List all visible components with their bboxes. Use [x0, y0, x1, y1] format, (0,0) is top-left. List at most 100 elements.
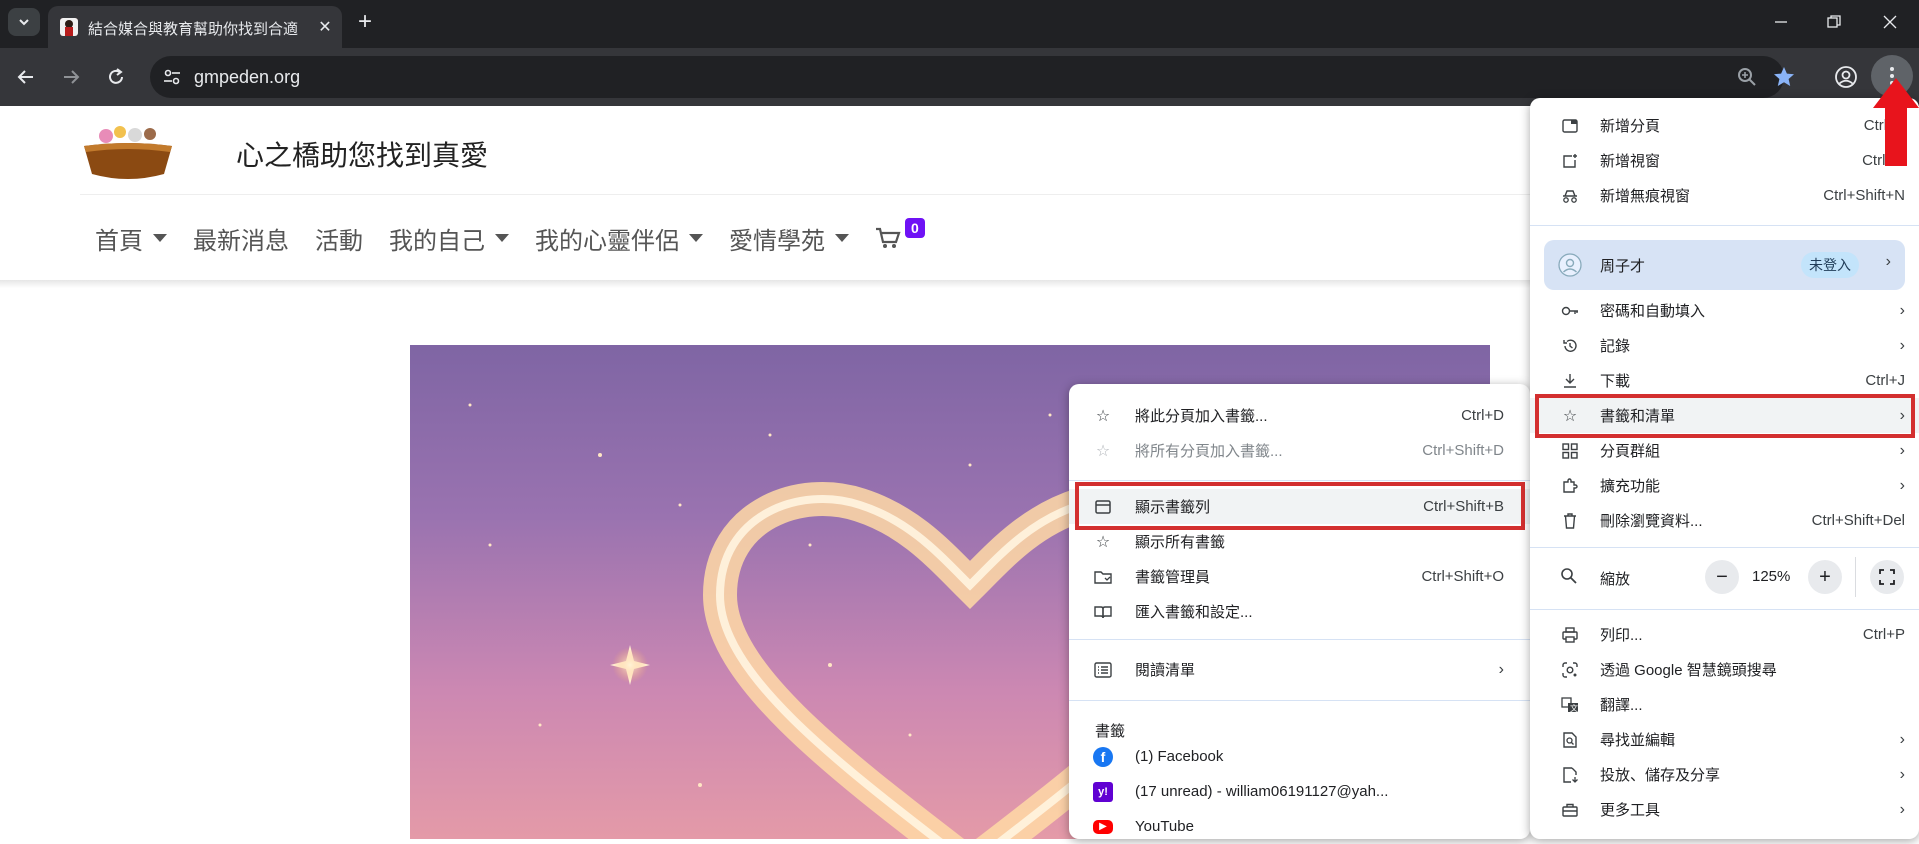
restore-icon: [1827, 15, 1841, 28]
fullscreen-icon: [1879, 569, 1895, 585]
zoom-out-button[interactable]: −: [1705, 560, 1739, 594]
address-bar[interactable]: gmpeden.org: [150, 56, 1794, 98]
key-icon: [1560, 301, 1580, 321]
tab-close-icon[interactable]: ✕: [314, 16, 336, 38]
cast-save-share-icon: [1560, 765, 1580, 785]
menu-item-bookmark-manager[interactable]: 書籤管理員 Ctrl+Shift+O: [1069, 559, 1530, 594]
zoom-in-button[interactable]: +: [1808, 560, 1842, 594]
menu-item-label: 將所有分頁加入書籤...: [1135, 443, 1283, 460]
zoom-level: 125%: [1752, 568, 1791, 585]
star-icon: ☆: [1095, 407, 1111, 425]
chevron-right-icon: ›: [1885, 253, 1891, 270]
cart-count-badge: 0: [905, 218, 925, 238]
menu-item-more-tools[interactable]: 更多工具 ›: [1530, 792, 1919, 827]
nav-item-news[interactable]: 最新消息: [193, 221, 289, 256]
menu-item-google-lens[interactable]: 透過 Google 智慧鏡頭搜尋: [1530, 652, 1919, 687]
bookmarks-section-header: 書籤: [1095, 723, 1126, 740]
menu-item-cast-save-share[interactable]: 投放、儲存及分享 ›: [1530, 757, 1919, 792]
minimize-button[interactable]: [1753, 0, 1809, 44]
tab-search-button[interactable]: [8, 8, 40, 36]
menu-item-label: 新增分頁: [1600, 118, 1661, 135]
minimize-icon: [1775, 21, 1787, 23]
history-icon: [1560, 336, 1580, 356]
site-favicon-icon: [60, 18, 78, 36]
menu-separator: [1530, 609, 1919, 610]
chevron-right-icon: ›: [1899, 441, 1905, 459]
menu-item-label: 新增無痕視窗: [1600, 188, 1691, 205]
restore-button[interactable]: [1806, 0, 1862, 44]
chrome-main-menu: 新增分頁 Ctrl+T 新增視窗 Ctrl+N 新增無痕視窗 Ctrl+Shif…: [1530, 98, 1919, 839]
profile-button[interactable]: [1830, 61, 1862, 93]
cart-icon: [876, 227, 901, 248]
menu-item-tab-groups[interactable]: 分頁群組 ›: [1530, 433, 1919, 468]
menu-item-show-all-bookmarks[interactable]: ☆ 顯示所有書籤: [1069, 524, 1530, 559]
nav-label: 我的心靈伴侶: [535, 227, 679, 255]
menu-item-import-bookmarks[interactable]: 匯入書籤和設定...: [1069, 594, 1530, 629]
find-icon: [1560, 730, 1580, 750]
bookmark-item-yahoo[interactable]: y! (17 unread) - william06191127@yah...: [1069, 774, 1530, 809]
nav-item-soulmate[interactable]: 我的心靈伴侶: [535, 221, 703, 256]
nav-item-home[interactable]: 首頁: [95, 221, 167, 256]
menu-item-print[interactable]: 列印... Ctrl+P: [1530, 617, 1919, 652]
site-logo[interactable]: [80, 118, 176, 184]
nav-label: 愛情學苑: [729, 227, 825, 255]
menu-item-label: 刪除瀏覽資料...: [1600, 513, 1703, 530]
menu-item-label: 將此分頁加入書籤...: [1135, 408, 1268, 425]
url-text: gmpeden.org: [194, 67, 301, 87]
google-lens-icon: [1560, 660, 1580, 680]
menu-separator: [1530, 547, 1919, 548]
menu-item-history[interactable]: 記錄 ›: [1530, 328, 1919, 363]
menu-item-reading-list[interactable]: 閱讀清單 ›: [1069, 652, 1530, 687]
browser-tab[interactable]: 結合媒合與教育幫助你找到合適 ✕: [48, 6, 342, 48]
nav-item-love-academy[interactable]: 愛情學苑: [729, 221, 849, 256]
toolbox-icon: [1560, 800, 1580, 820]
menu-item-new-tab[interactable]: 新增分頁 Ctrl+T: [1530, 108, 1919, 143]
menu-item-label: 尋找並編輯: [1600, 732, 1676, 749]
fullscreen-button[interactable]: [1870, 560, 1904, 594]
menu-item-label: 閱讀清單: [1135, 662, 1196, 679]
chevron-down-icon: [19, 19, 29, 26]
bookmark-item-facebook[interactable]: f (1) Facebook: [1069, 739, 1530, 774]
menu-item-extensions[interactable]: 擴充功能 ›: [1530, 468, 1919, 503]
nav-item-myself[interactable]: 我的自己: [389, 221, 509, 256]
menu-item-bookmark-this-tab[interactable]: ☆ 將此分頁加入書籤... Ctrl+D: [1069, 398, 1530, 433]
nav-label: 活動: [315, 227, 363, 255]
menu-item-label: 顯示所有書籤: [1135, 534, 1226, 551]
nav-label: 我的自己: [389, 227, 485, 255]
menu-item-downloads[interactable]: 下載 Ctrl+J: [1530, 363, 1919, 398]
new-tab-button[interactable]: +: [350, 8, 380, 36]
forward-button[interactable]: [55, 61, 87, 93]
close-icon: [1883, 15, 1897, 29]
menu-item-find-and-edit[interactable]: 尋找並編輯 ›: [1530, 722, 1919, 757]
menu-item-new-incognito[interactable]: 新增無痕視窗 Ctrl+Shift+N: [1530, 178, 1919, 213]
folder-icon: [1093, 567, 1113, 587]
highlight-bookmarks-and-lists: [1535, 394, 1915, 438]
menu-item-label: 下載: [1600, 373, 1631, 390]
menu-item-label: 透過 Google 智慧鏡頭搜尋: [1600, 662, 1777, 679]
menu-item-bookmark-all-tabs[interactable]: ☆ 將所有分頁加入書籤... Ctrl+Shift+D: [1069, 433, 1530, 468]
menu-item-shortcut: Ctrl+P: [1862, 626, 1905, 643]
zoom-row: 縮放 − 125% +: [1530, 557, 1919, 597]
youtube-icon: ▶: [1093, 819, 1113, 834]
menu-item-translate[interactable]: 文 翻譯...: [1530, 687, 1919, 722]
menu-item-shortcut: Ctrl+Shift+D: [1422, 442, 1504, 459]
back-button[interactable]: [10, 61, 42, 93]
zoom-indicator-icon[interactable]: [1736, 66, 1758, 93]
bookmark-star-icon[interactable]: [1772, 65, 1796, 94]
profile-row[interactable]: 周子才 未登入 ›: [1544, 240, 1905, 290]
menu-item-label: 分頁群組: [1600, 443, 1661, 460]
chevron-right-icon: ›: [1899, 476, 1905, 494]
close-window-button[interactable]: [1862, 0, 1918, 44]
menu-item-label: 新增視窗: [1600, 153, 1661, 170]
menu-item-new-window[interactable]: 新增視窗 Ctrl+N: [1530, 143, 1919, 178]
forward-arrow-icon: [64, 70, 80, 84]
nav-item-events[interactable]: 活動: [315, 221, 363, 256]
site-info-icon[interactable]: [162, 67, 182, 92]
header-divider: [80, 194, 1580, 195]
menu-item-clear-browsing-data[interactable]: 刪除瀏覽資料... Ctrl+Shift+Del: [1530, 503, 1919, 538]
download-icon: [1560, 371, 1580, 391]
reload-button[interactable]: [100, 61, 132, 93]
menu-item-passwords[interactable]: 密碼和自動填入 ›: [1530, 293, 1919, 328]
cart-button[interactable]: 0: [875, 218, 925, 250]
nav-label: 首頁: [95, 227, 143, 255]
